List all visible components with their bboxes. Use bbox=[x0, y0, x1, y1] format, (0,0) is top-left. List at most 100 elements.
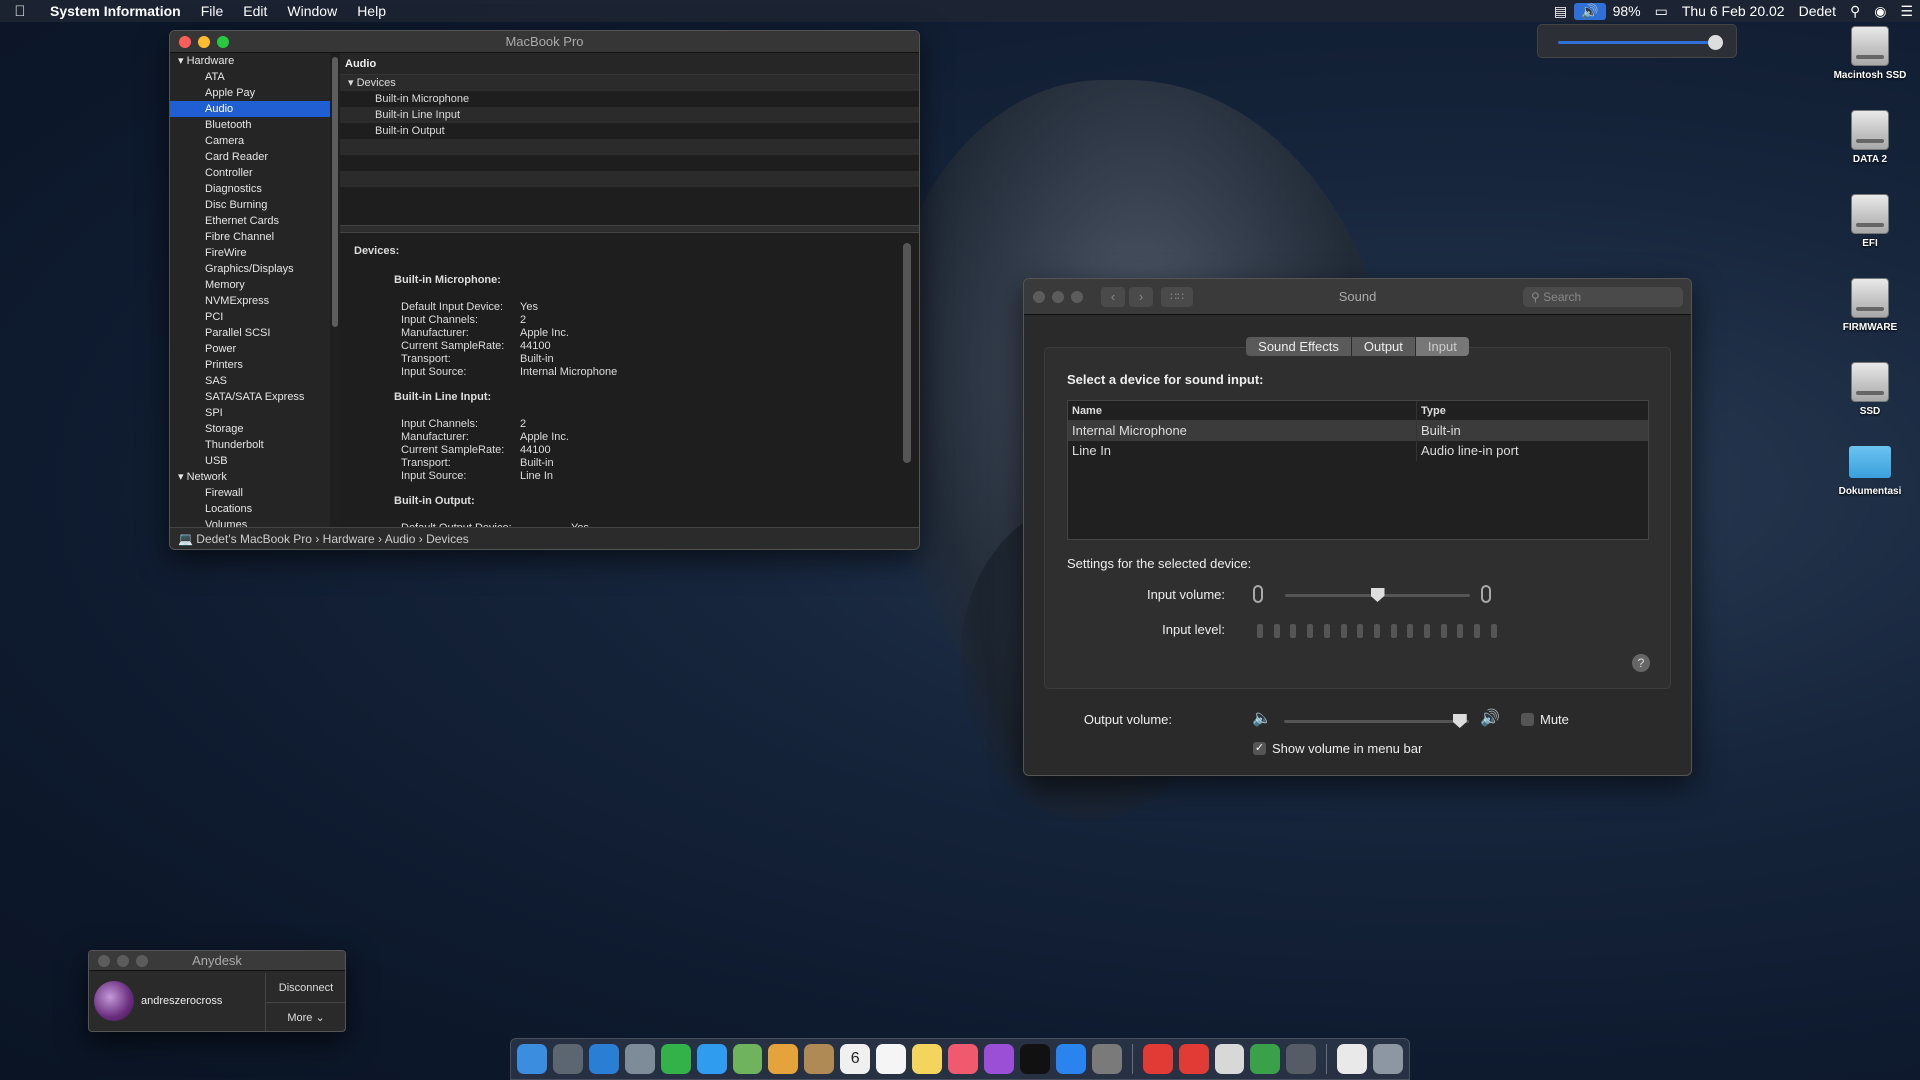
sidebar-item[interactable]: Fibre Channel bbox=[170, 229, 330, 245]
search-field[interactable]: ⚲ Search bbox=[1523, 287, 1683, 307]
sidebar-item[interactable]: Parallel SCSI bbox=[170, 325, 330, 341]
column-type[interactable]: Type bbox=[1416, 401, 1648, 420]
path-item[interactable]: Devices bbox=[426, 532, 469, 546]
path-item[interactable]: Audio bbox=[385, 532, 416, 546]
desktop-icon-ssd[interactable]: SSD bbox=[1830, 362, 1910, 432]
sidebar-item[interactable]: Memory bbox=[170, 277, 330, 293]
sidebar-item[interactable]: Thunderbolt bbox=[170, 437, 330, 453]
facetime-icon[interactable] bbox=[660, 1044, 691, 1074]
messages-icon[interactable] bbox=[696, 1044, 727, 1074]
sidebar-item[interactable]: Bluetooth bbox=[170, 117, 330, 133]
sidebar-item[interactable]: Disc Burning bbox=[170, 197, 330, 213]
path-item[interactable]: Hardware bbox=[323, 532, 375, 546]
battery-icon[interactable]: ▭ bbox=[1648, 3, 1675, 20]
finder-icon[interactable] bbox=[517, 1044, 547, 1074]
volume-icon[interactable]: 🔊 bbox=[1574, 2, 1606, 20]
volume-slider-knob[interactable] bbox=[1708, 35, 1723, 50]
activity-monitor-icon[interactable]: ▤ bbox=[1547, 3, 1574, 20]
app-store-icon[interactable] bbox=[1055, 1044, 1086, 1074]
list-item[interactable]: Built-in Output bbox=[340, 123, 919, 139]
sidebar-item[interactable]: ATA bbox=[170, 69, 330, 85]
zoom-button[interactable] bbox=[217, 35, 229, 48]
clock[interactable]: Thu 6 Feb 20.02 bbox=[1675, 3, 1792, 19]
disconnect-button[interactable]: Disconnect bbox=[266, 973, 345, 1003]
user-menu[interactable]: Dedet bbox=[1792, 3, 1843, 19]
output-volume-knob[interactable] bbox=[1452, 714, 1467, 728]
apple-icon[interactable]:  bbox=[0, 3, 40, 20]
tab-input[interactable]: Input bbox=[1415, 337, 1469, 356]
window-titlebar[interactable]: ‹ › ∷∷ Sound ⚲ Search bbox=[1024, 279, 1691, 315]
menu-help[interactable]: Help bbox=[347, 3, 396, 19]
sidebar-item[interactable]: SATA/SATA Express bbox=[170, 389, 330, 405]
help-button[interactable]: ? bbox=[1632, 654, 1650, 672]
back-icon[interactable]: ‹ bbox=[1101, 286, 1125, 307]
tab-sound-effects[interactable]: Sound Effects bbox=[1246, 337, 1352, 356]
sidebar-item[interactable]: Power bbox=[170, 341, 330, 357]
sidebar-item[interactable]: PCI bbox=[170, 309, 330, 325]
sidebar-item[interactable]: Printers bbox=[170, 357, 330, 373]
desktop-icon-dokumentasi[interactable]: Dokumentasi bbox=[1830, 446, 1910, 516]
sidebar-item[interactable]: Storage bbox=[170, 421, 330, 437]
close-button[interactable] bbox=[1033, 290, 1045, 303]
textedit-icon[interactable] bbox=[1214, 1044, 1245, 1074]
more-button[interactable]: More ⌄ bbox=[266, 1003, 345, 1031]
minimize-button[interactable] bbox=[1052, 290, 1064, 303]
section-header[interactable]: Audio bbox=[340, 53, 919, 75]
network-utility-icon[interactable] bbox=[1250, 1044, 1281, 1074]
list-item[interactable]: Built-in Microphone bbox=[340, 91, 919, 107]
zoom-button[interactable] bbox=[136, 954, 148, 967]
calendar-icon[interactable]: 6 bbox=[840, 1044, 871, 1074]
sidebar-item[interactable]: SAS bbox=[170, 373, 330, 389]
show-volume-checkbox[interactable]: ✓ bbox=[1253, 742, 1266, 755]
volume-slider-track[interactable] bbox=[1558, 41, 1718, 44]
sidebar-item[interactable]: Firewall bbox=[170, 485, 330, 501]
music-icon[interactable] bbox=[948, 1044, 978, 1074]
sidebar-item[interactable]: USB bbox=[170, 453, 330, 469]
list-group-devices[interactable]: ▾ Devices bbox=[340, 75, 919, 91]
sidebar-category[interactable]: ▾ Network bbox=[170, 469, 330, 485]
trash-icon[interactable] bbox=[1373, 1044, 1404, 1074]
menu-edit[interactable]: Edit bbox=[233, 3, 277, 19]
desktop-icon-firmware[interactable]: FIRMWARE bbox=[1830, 278, 1910, 348]
table-row[interactable]: Line In Audio line-in port bbox=[1068, 441, 1648, 461]
tab-output[interactable]: Output bbox=[1351, 337, 1416, 356]
app-menu[interactable]: System Information bbox=[40, 3, 191, 19]
desktop-icon-macintosh-ssd[interactable]: Macintosh SSD bbox=[1830, 26, 1910, 96]
minimize-button[interactable] bbox=[198, 35, 210, 48]
list-item[interactable]: Built-in Line Input bbox=[340, 107, 919, 123]
reminders-icon[interactable] bbox=[876, 1044, 907, 1074]
zoom-button[interactable] bbox=[1071, 290, 1083, 303]
sidebar-item[interactable]: Audio bbox=[170, 101, 330, 117]
disclosure-triangle-icon[interactable]: ▾ bbox=[178, 55, 187, 67]
sidebar-item[interactable]: Ethernet Cards bbox=[170, 213, 330, 229]
menu-file[interactable]: File bbox=[191, 3, 234, 19]
sidebar-item[interactable]: SPI bbox=[170, 405, 330, 421]
close-button[interactable] bbox=[179, 35, 191, 48]
contacts-icon[interactable] bbox=[804, 1044, 835, 1074]
window-titlebar[interactable]: Anydesk bbox=[89, 951, 345, 971]
document-icon[interactable] bbox=[1337, 1044, 1368, 1074]
sidebar-item[interactable]: Diagnostics bbox=[170, 181, 330, 197]
spotlight-icon[interactable]: ⚲ bbox=[1843, 3, 1867, 20]
anydesk-icon[interactable] bbox=[1142, 1044, 1173, 1074]
battery-percent[interactable]: 98% bbox=[1606, 3, 1648, 19]
sidebar-item[interactable]: Camera bbox=[170, 133, 330, 149]
input-volume-knob[interactable] bbox=[1370, 588, 1385, 602]
detail-scrollbar[interactable] bbox=[903, 243, 911, 463]
podcasts-icon[interactable] bbox=[983, 1044, 1014, 1074]
sidebar-item[interactable]: Apple Pay bbox=[170, 85, 330, 101]
launchpad-icon[interactable] bbox=[552, 1044, 583, 1074]
notes-icon[interactable] bbox=[912, 1044, 943, 1074]
anydesk-alt-icon[interactable] bbox=[1178, 1044, 1209, 1074]
close-button[interactable] bbox=[98, 954, 110, 967]
sidebar-item[interactable]: Graphics/Displays bbox=[170, 261, 330, 277]
maps-icon[interactable] bbox=[732, 1044, 763, 1074]
forward-icon[interactable]: › bbox=[1129, 286, 1153, 307]
sidebar-item[interactable]: Card Reader bbox=[170, 149, 330, 165]
script-icon[interactable] bbox=[1286, 1044, 1317, 1074]
desktop-icon-efi[interactable]: EFI bbox=[1830, 194, 1910, 264]
sidebar-item[interactable]: Locations bbox=[170, 501, 330, 517]
window-titlebar[interactable]: MacBook Pro bbox=[170, 31, 919, 53]
show-all-grid-icon[interactable]: ∷∷ bbox=[1161, 286, 1193, 307]
scrollbar-thumb[interactable] bbox=[332, 57, 338, 327]
